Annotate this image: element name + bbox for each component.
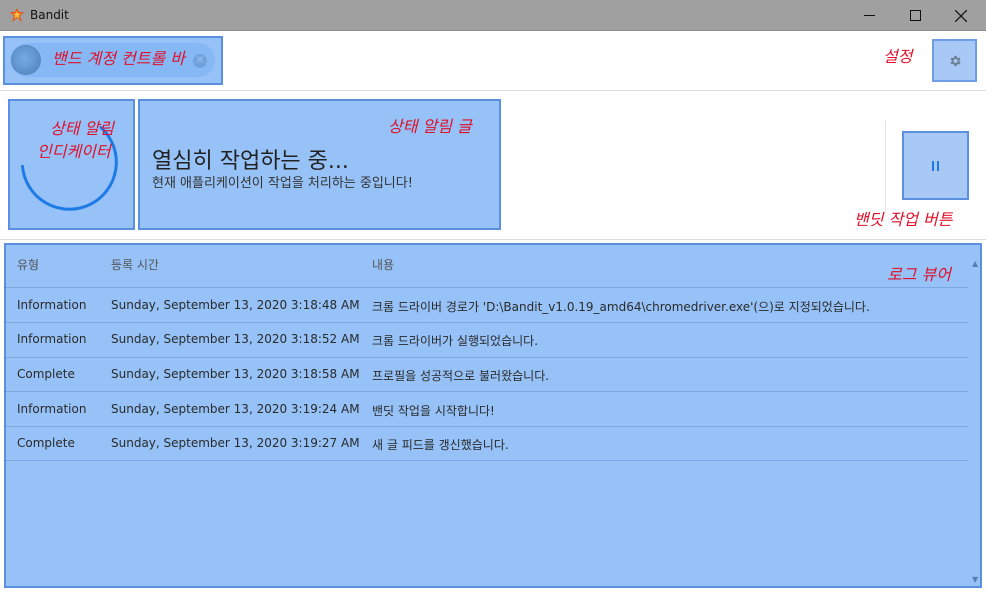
row-time: Sunday, September 13, 2020 3:18:58 AM bbox=[111, 367, 360, 381]
row-content: 밴딧 작업을 시작합니다! bbox=[372, 404, 495, 418]
pause-icon bbox=[932, 160, 939, 171]
row-content: 크롬 드라이버가 실행되었습니다. bbox=[372, 334, 539, 348]
row-type: Complete bbox=[17, 436, 75, 450]
row-content: 새 글 피드를 갱신했습니다. bbox=[372, 438, 509, 452]
row-type: Information bbox=[17, 332, 87, 346]
annotation-indicator-line1: 상태 알림 bbox=[50, 119, 114, 138]
annotation-status-text: 상태 알림 글 bbox=[388, 117, 472, 136]
status-title: 열심히 작업하는 중... bbox=[152, 149, 349, 174]
close-window-button[interactable] bbox=[938, 0, 984, 31]
maximize-icon bbox=[909, 10, 921, 21]
window-title: Bandit bbox=[30, 8, 69, 22]
annotation-indicator-line2: 인디케이터 bbox=[37, 142, 111, 161]
row-divider bbox=[4, 357, 968, 358]
settings-button[interactable] bbox=[932, 39, 977, 82]
bandit-job-button[interactable] bbox=[902, 131, 969, 200]
row-divider bbox=[4, 391, 968, 392]
bandit-app-icon bbox=[10, 8, 24, 22]
minimize-icon bbox=[863, 15, 875, 16]
annotation-account-bar: 밴드 계정 컨트롤 바 bbox=[52, 49, 186, 68]
minimize-button[interactable] bbox=[846, 0, 892, 31]
annotation-bandit-button: 밴딧 작업 버튼 bbox=[854, 210, 953, 229]
annotation-log-viewer: 로그 뷰어 bbox=[887, 265, 951, 284]
annotation-settings: 설정 bbox=[883, 47, 913, 66]
row-divider bbox=[4, 460, 968, 461]
row-time: Sunday, September 13, 2020 3:18:48 AM bbox=[111, 298, 360, 312]
row-content: 크롬 드라이버 경로가 'D:\Bandit_v1.0.19_amd64\chr… bbox=[372, 300, 870, 314]
column-header-type[interactable]: 유형 bbox=[17, 256, 39, 273]
status-description: 현재 애플리케이션이 작업을 처리하는 중입니다! bbox=[152, 176, 413, 191]
vertical-separator bbox=[885, 121, 886, 211]
column-header-time[interactable]: 등록 시간 bbox=[111, 256, 159, 273]
gear-icon bbox=[950, 55, 961, 66]
row-type: Complete bbox=[17, 367, 75, 381]
maximize-button[interactable] bbox=[892, 0, 938, 31]
row-type: Information bbox=[17, 298, 87, 312]
row-type: Information bbox=[17, 402, 87, 416]
header-divider bbox=[4, 287, 968, 288]
top-divider bbox=[0, 90, 986, 91]
row-divider bbox=[4, 426, 968, 427]
close-icon bbox=[955, 9, 967, 22]
row-time: Sunday, September 13, 2020 3:19:24 AM bbox=[111, 402, 360, 416]
scroll-up-icon[interactable]: ▲ bbox=[972, 259, 978, 268]
title-bar: Bandit bbox=[0, 0, 986, 31]
row-content: 프로필을 성공적으로 불러왔습니다. bbox=[372, 369, 550, 383]
column-header-content[interactable]: 내용 bbox=[372, 256, 394, 273]
row-divider bbox=[4, 322, 968, 323]
scroll-down-icon[interactable]: ▼ bbox=[972, 575, 978, 584]
middle-divider bbox=[0, 239, 986, 240]
row-time: Sunday, September 13, 2020 3:18:52 AM bbox=[111, 332, 360, 346]
row-time: Sunday, September 13, 2020 3:19:27 AM bbox=[111, 436, 360, 450]
